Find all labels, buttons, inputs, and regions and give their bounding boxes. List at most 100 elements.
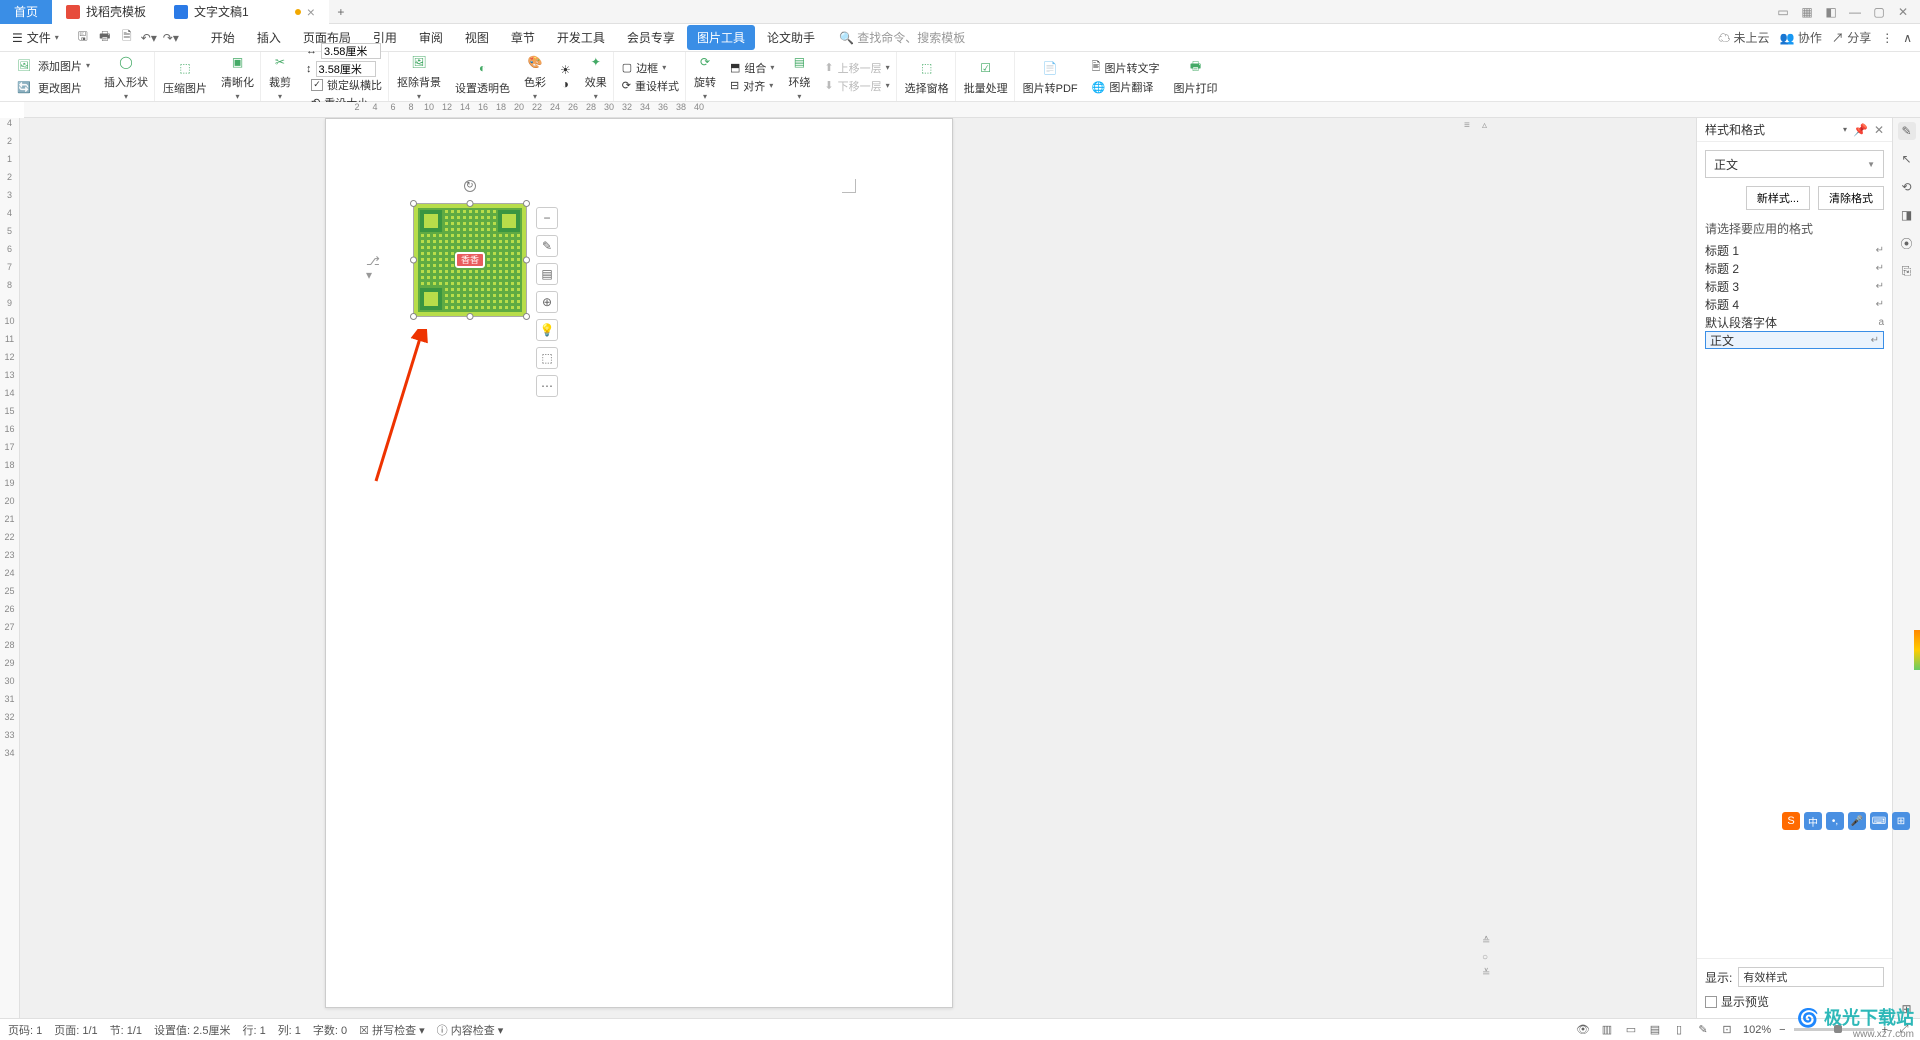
page-down-icon[interactable]: ≚	[1482, 968, 1496, 982]
move-up-button[interactable]: ⬆上移一层▾	[824, 60, 889, 76]
float-zoom-in-icon[interactable]: ⊕	[536, 291, 558, 313]
menu-tab-review[interactable]: 审阅	[409, 25, 453, 50]
ime-tools-icon[interactable]: ⊞	[1892, 812, 1910, 830]
print-icon[interactable]: 🖶	[97, 30, 113, 46]
style-item[interactable]: 标题 2↵	[1705, 259, 1884, 277]
float-edit-icon[interactable]: ✎	[536, 235, 558, 257]
eye-icon[interactable]: 👁	[1575, 1022, 1591, 1038]
show-filter-select[interactable]: 有效样式	[1738, 967, 1884, 987]
sb-page-num[interactable]: 页码: 1	[8, 1022, 42, 1038]
print-image-button[interactable]: 🖶图片打印	[1174, 58, 1218, 96]
ime-voice-icon[interactable]: 🎤	[1848, 812, 1866, 830]
contrast-icon[interactable]: ◑	[562, 77, 569, 91]
border-button[interactable]: ▢边框▾	[622, 60, 679, 76]
wrap-button[interactable]: ▤环绕▾	[788, 52, 810, 101]
sogou-icon[interactable]: S	[1782, 812, 1800, 830]
sb-words[interactable]: 字数: 0	[313, 1022, 347, 1038]
new-style-button[interactable]: 新样式...	[1746, 186, 1810, 210]
current-style-select[interactable]: 正文	[1705, 150, 1884, 178]
style-item-selected[interactable]: 正文↵	[1705, 331, 1884, 349]
resize-handle-tr[interactable]	[523, 200, 530, 207]
rotate-handle[interactable]	[464, 180, 476, 192]
share-button[interactable]: ↗ 分享	[1832, 29, 1871, 46]
height-input[interactable]	[316, 61, 376, 77]
scroll-up-icon[interactable]: ▵	[1482, 120, 1496, 134]
menu-tab-picturetools[interactable]: 图片工具	[687, 25, 755, 50]
brightness-icon[interactable]: ☀	[560, 63, 571, 77]
effects-button[interactable]: ✦效果▾	[585, 52, 607, 101]
selected-qr-image[interactable]: 香香	[414, 204, 526, 316]
sb-spell[interactable]: ☒ 拼写检查 ▾	[359, 1022, 425, 1038]
maximize-button[interactable]: ▢	[1872, 5, 1886, 19]
canvas[interactable]: ≡▵ ⎇ ▾ 香香 −	[0, 118, 1696, 1018]
apps-icon[interactable]: ▦	[1800, 5, 1814, 19]
insert-shape-button[interactable]: ◯插入形状▾	[104, 52, 148, 101]
lock-ratio-checkbox[interactable]: 锁定纵横比	[311, 77, 382, 93]
add-tab-button[interactable]: +	[329, 5, 353, 19]
sb-content[interactable]: ⓘ 内容检查 ▾	[437, 1022, 504, 1038]
tab-home[interactable]: 首页	[0, 0, 52, 24]
resize-handle-bm[interactable]	[467, 313, 474, 320]
resize-handle-br[interactable]	[523, 313, 530, 320]
close-window-button[interactable]: ✕	[1896, 5, 1910, 19]
ime-punct-icon[interactable]: •,	[1826, 812, 1844, 830]
sb-section[interactable]: 节: 1/1	[110, 1022, 142, 1038]
file-menu[interactable]: ☰ 文件 ▾	[8, 27, 63, 48]
settings-icon[interactable]: ⟲	[1898, 178, 1916, 196]
float-more-icon[interactable]: ⋯	[536, 375, 558, 397]
pen-icon[interactable]: ✎	[1898, 122, 1916, 140]
resize-handle-ml[interactable]	[410, 257, 417, 264]
menu-tab-member[interactable]: 会员专享	[617, 25, 685, 50]
zoom-level[interactable]: 102%	[1743, 1024, 1771, 1036]
pin-icon[interactable]: 📌	[1853, 123, 1868, 137]
batch-button[interactable]: ☑批量处理	[964, 58, 1008, 96]
resize-handle-bl[interactable]	[410, 313, 417, 320]
collapse-ribbon-icon[interactable]: ∧	[1903, 31, 1912, 45]
close-panel-icon[interactable]: ✕	[1874, 123, 1884, 137]
resize-handle-mr[interactable]	[523, 257, 530, 264]
remove-bg-button[interactable]: 🖼抠除背景▾	[397, 52, 441, 101]
crop-button[interactable]: ✂裁剪▾	[269, 52, 291, 101]
add-image-button[interactable]: 🖼添加图片▾	[14, 56, 90, 76]
style-item[interactable]: 标题 3↵	[1705, 277, 1884, 295]
redo-icon[interactable]: ↷▾	[163, 30, 179, 46]
reset-style-button[interactable]: ⟳重设样式	[622, 78, 679, 94]
resize-handle-tm[interactable]	[467, 200, 474, 207]
command-search[interactable]: 🔍 查找命令、搜索模板	[839, 29, 965, 46]
transparent-color-button[interactable]: ◐设置透明色	[455, 58, 510, 96]
ime-lang-button[interactable]: 中	[1804, 812, 1822, 830]
to-text-button[interactable]: 🖹图片转文字	[1092, 58, 1160, 77]
horizontal-ruler[interactable]: 246810121416182022242628303234363840	[24, 102, 1920, 118]
compress-button[interactable]: ⬚压缩图片	[163, 58, 207, 96]
menu-tab-view[interactable]: 视图	[455, 25, 499, 50]
select-icon[interactable]: ↖	[1898, 150, 1916, 168]
float-zoom-out-icon[interactable]: −	[536, 207, 558, 229]
shape-format-icon[interactable]: ◨	[1898, 206, 1916, 224]
resize-handle-tl[interactable]	[410, 200, 417, 207]
menu-tab-devtools[interactable]: 开发工具	[547, 25, 615, 50]
sharpen-button[interactable]: ▣清晰化▾	[221, 52, 254, 101]
close-icon[interactable]: ×	[307, 4, 315, 20]
cloud-status[interactable]: ☁ 未上云	[1718, 29, 1769, 46]
float-idea-icon[interactable]: 💡	[536, 319, 558, 341]
move-down-button[interactable]: ⬇下移一层▾	[824, 78, 889, 94]
ime-keyboard-icon[interactable]: ⌨	[1870, 812, 1888, 830]
color-button[interactable]: 🎨色彩▾	[524, 52, 546, 101]
layout-icon[interactable]: ▭	[1776, 5, 1790, 19]
minimize-button[interactable]: —	[1848, 5, 1862, 19]
translate-button[interactable]: 🌐图片翻译	[1092, 79, 1160, 95]
float-crop-icon[interactable]: ⬚	[536, 347, 558, 369]
scroll-option-icon[interactable]: ≡	[1464, 120, 1478, 134]
location-icon[interactable]: ⦿	[1898, 234, 1916, 252]
save-icon[interactable]: 🖫	[75, 30, 91, 46]
menu-tab-paper[interactable]: 论文助手	[757, 25, 825, 50]
select-pane-button[interactable]: ⬚选择窗格	[905, 58, 949, 96]
rotate-button[interactable]: ⟳旋转▾	[694, 52, 716, 101]
page-up-icon[interactable]: ≙	[1482, 936, 1496, 950]
print-preview-icon[interactable]: 🗎	[119, 30, 135, 46]
skin-icon[interactable]: ◧	[1824, 5, 1838, 19]
menu-tab-insert[interactable]: 插入	[247, 25, 291, 50]
view-outline-icon[interactable]: ▤	[1647, 1022, 1663, 1038]
tab-template[interactable]: 找稻壳模板	[52, 0, 160, 24]
zoom-out-button[interactable]: −	[1779, 1024, 1785, 1036]
